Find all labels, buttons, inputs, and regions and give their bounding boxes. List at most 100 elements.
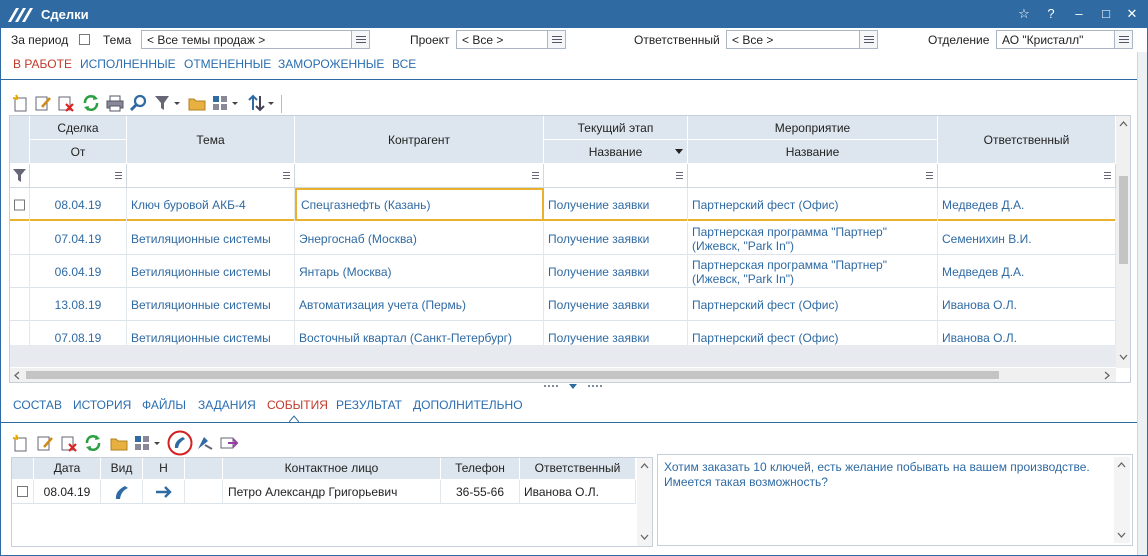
cell-contractor-focused[interactable]: Спецгазнефть (Казань) (295, 188, 544, 221)
filter-cell-event[interactable] (688, 164, 938, 188)
menu-icon[interactable] (1104, 172, 1111, 179)
row-checkbox[interactable] (14, 199, 25, 210)
tab-frozen[interactable]: ЗАМОРОЖЕННЫЕ (278, 57, 384, 71)
menu-icon[interactable] (283, 172, 290, 179)
cell-date-text: 06.04.19 (54, 264, 102, 279)
delete-icon[interactable] (56, 93, 76, 113)
menu-icon[interactable] (1114, 31, 1132, 48)
period-checkbox[interactable] (79, 34, 90, 45)
panel-splitter[interactable] (541, 382, 606, 390)
view-icon[interactable] (211, 93, 241, 113)
column-header-contractor[interactable]: Контрагент (295, 116, 544, 164)
edit-icon[interactable] (33, 93, 53, 113)
filter-cell-stage[interactable] (544, 164, 688, 188)
scroll-down-icon[interactable] (1117, 532, 1126, 539)
scroll-up-icon[interactable] (640, 462, 649, 469)
horizontal-scrollbar[interactable] (10, 368, 1116, 382)
column-header-stage-name[interactable]: Название (544, 140, 688, 164)
view-icon[interactable] (133, 433, 163, 453)
menu-icon[interactable] (351, 31, 369, 48)
table-row[interactable]: 06.04.19 Ветиляционные системы Янтарь (М… (10, 255, 1116, 288)
filter-icon[interactable] (153, 93, 183, 113)
menu-icon[interactable] (115, 172, 122, 179)
send-icon[interactable] (219, 433, 239, 453)
scroll-up-icon[interactable] (1117, 461, 1126, 468)
column-header-stage[interactable]: Текущий этап (544, 116, 688, 140)
tab-files[interactable]: ФАЙЛЫ (142, 398, 186, 412)
filter-cell-theme[interactable] (127, 164, 295, 188)
events-header-phone[interactable]: Телефон (441, 458, 520, 479)
scroll-down-icon[interactable] (640, 534, 649, 541)
tab-composition[interactable]: СОСТАВ (13, 398, 62, 412)
print-icon[interactable] (105, 93, 125, 113)
column-header-responsible[interactable]: Ответственный (938, 116, 1116, 164)
filter-cell-responsible[interactable] (938, 164, 1116, 188)
scroll-up-icon[interactable] (1119, 120, 1128, 127)
event-description-memo[interactable]: Хотим заказать 10 ключей, есть желание п… (657, 454, 1133, 546)
responsible-select[interactable]: < Все > (726, 30, 878, 49)
events-header-date[interactable]: Дата (34, 458, 101, 479)
close-button[interactable]: ✕ (1121, 4, 1143, 24)
filter-icon[interactable] (12, 168, 27, 183)
favorite-icon[interactable]: ☆ (1013, 4, 1035, 24)
column-header-event-name[interactable]: Название (688, 140, 938, 164)
horizontal-scroll-thumb[interactable] (26, 371, 999, 379)
theme-select[interactable]: < Все темы продаж > (141, 30, 370, 49)
folder-icon[interactable] (187, 93, 207, 113)
cell-stage: Получение заявки (544, 255, 688, 288)
table-row[interactable]: 07.04.19 Ветиляционные системы Энергосна… (10, 222, 1116, 255)
scroll-right-icon[interactable] (1104, 371, 1111, 380)
tab-result[interactable]: РЕЗУЛЬТАТ (336, 398, 402, 412)
sort-icon[interactable] (247, 93, 277, 113)
memo-vertical-scrollbar[interactable] (1114, 457, 1130, 543)
table-row[interactable]: 13.08.19 Ветиляционные системы Автоматиз… (10, 288, 1116, 321)
column-header-event[interactable]: Мероприятие (688, 116, 938, 140)
edit-icon[interactable] (35, 433, 55, 453)
folder-icon[interactable] (109, 433, 129, 453)
vertical-scrollbar[interactable] (1116, 116, 1130, 368)
call-icon[interactable] (167, 429, 193, 457)
maximize-button[interactable]: □ (1095, 4, 1117, 24)
tab-all[interactable]: ВСЕ (392, 57, 416, 71)
tab-history[interactable]: ИСТОРИЯ (73, 398, 131, 412)
menu-icon[interactable] (532, 172, 539, 179)
events-header-corner (12, 458, 34, 479)
department-select[interactable]: АО "Кристалл" (996, 30, 1133, 49)
column-header-date[interactable]: От (30, 140, 127, 164)
delete-icon[interactable] (59, 433, 79, 453)
events-header-contact[interactable]: Контактное лицо (223, 458, 441, 479)
tab-cancelled[interactable]: ОТМЕНЕННЫЕ (184, 57, 271, 71)
help-button[interactable]: ? (1040, 4, 1062, 24)
refresh-icon[interactable] (81, 93, 101, 113)
tab-completed[interactable]: ИСПОЛНЕННЫЕ (80, 57, 176, 71)
events-header-responsible[interactable]: Ответственный (520, 458, 636, 479)
tab-tasks[interactable]: ЗАДАНИЯ (198, 398, 256, 412)
event-row-checkbox[interactable] (17, 486, 28, 497)
events-vertical-scrollbar[interactable] (637, 458, 652, 546)
menu-icon[interactable] (926, 172, 933, 179)
table-row[interactable]: 08.04.19 Ключ буровой АКБ-4 Спецгазнефть… (10, 188, 1116, 221)
tab-additional[interactable]: ДОПОЛНИТЕЛЬНО (413, 398, 523, 412)
new-icon[interactable] (11, 93, 31, 113)
scroll-down-icon[interactable] (1119, 354, 1128, 361)
filter-cell-contractor[interactable] (295, 164, 544, 188)
menu-icon[interactable] (859, 31, 877, 48)
search-icon[interactable] (129, 93, 149, 113)
filter-cell-date[interactable] (30, 164, 127, 188)
menu-icon[interactable] (547, 31, 565, 48)
column-header-theme[interactable]: Тема (127, 116, 295, 164)
column-header-deal[interactable]: Сделка (30, 116, 127, 140)
events-header-kind[interactable]: Вид (101, 458, 143, 479)
menu-icon[interactable] (676, 172, 683, 179)
refresh-icon[interactable] (83, 433, 103, 453)
splitter-grip-icon[interactable] (541, 382, 606, 390)
meeting-icon[interactable] (195, 433, 215, 453)
events-header-direction[interactable]: Н (143, 458, 185, 479)
tab-in-work[interactable]: В РАБОТЕ (13, 57, 72, 71)
vertical-scroll-thumb[interactable] (1119, 176, 1128, 264)
project-select[interactable]: < Все > (456, 30, 566, 49)
new-icon[interactable] (11, 433, 31, 453)
tab-events[interactable]: СОБЫТИЯ (267, 398, 328, 412)
scroll-left-icon[interactable] (13, 371, 20, 380)
minimize-button[interactable]: – (1068, 4, 1090, 24)
